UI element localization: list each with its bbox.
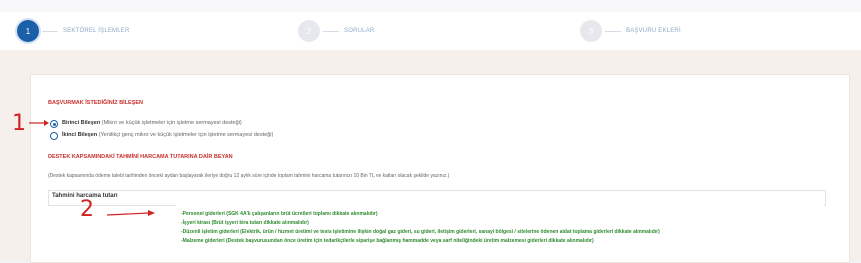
annotation-1-arrow <box>29 120 49 126</box>
note-materials: -Malzeme giderleri (Destek başvurusundan… <box>181 238 594 244</box>
step-3-number: 3 <box>588 26 594 36</box>
wizard-stepper: 1 SEKTÖREL İŞLEMLER 2 SORULAR 3 BAŞVURU … <box>0 12 861 50</box>
annotation-2: 2 <box>80 197 94 222</box>
expense-section-title: DESTEK KAPSAMINDAKİ TAHMİNİ HARCAMA TUTA… <box>48 154 233 160</box>
first-component-desc: (Mikro ve küçük işletmeler için işletme … <box>100 120 242 126</box>
second-component-desc: (Yenilikçi genç mikro ve küçük işletmele… <box>97 132 274 138</box>
amount-row <box>48 190 826 206</box>
annotation-2-arrow <box>106 210 155 216</box>
step-2-indicator[interactable]: 2 <box>298 20 320 42</box>
component-section-title: BAŞVURMAK İSTEDİĞİNİZ BİLEŞEN <box>48 100 144 106</box>
step-1-label[interactable]: SEKTÖREL İŞLEMLER <box>63 28 130 34</box>
step-2-label[interactable]: SORULAR <box>344 28 374 34</box>
step-3-label[interactable]: BAŞVURU EKLERİ <box>626 28 681 34</box>
second-component-option[interactable]: İkinci Bileşen (Yenilikçi genç mikro ve … <box>62 132 273 138</box>
second-component-radio[interactable] <box>50 132 58 140</box>
step-1-connector <box>42 31 58 32</box>
note-personnel: -Personel giderleri (SGK 4A'lı çalışanla… <box>181 211 378 217</box>
step-2-connector <box>323 31 339 32</box>
step-3-indicator[interactable]: 3 <box>580 20 602 42</box>
expense-info-text: (Destek kapsamında ödeme talebi tarihind… <box>48 173 450 179</box>
step-3-connector <box>605 31 621 32</box>
step-2-number: 2 <box>306 26 312 36</box>
note-operating: -Düzenli işletim giderleri (Elektrik, ür… <box>181 229 660 235</box>
step-1-indicator[interactable]: 1 <box>17 20 39 42</box>
note-rent: -İşyeri kirası (Brüt işyeri kira tutarı … <box>181 220 309 226</box>
first-component-option[interactable]: Birinci Bileşen (Mikro ve küçük işletmel… <box>62 120 242 126</box>
second-component-name: İkinci Bileşen <box>62 132 98 138</box>
annotation-1: 1 <box>12 111 26 136</box>
step-1-number: 1 <box>25 26 31 36</box>
first-component-radio[interactable] <box>50 120 58 128</box>
first-component-name: Birinci Bileşen <box>62 120 101 126</box>
top-bar <box>0 0 861 12</box>
